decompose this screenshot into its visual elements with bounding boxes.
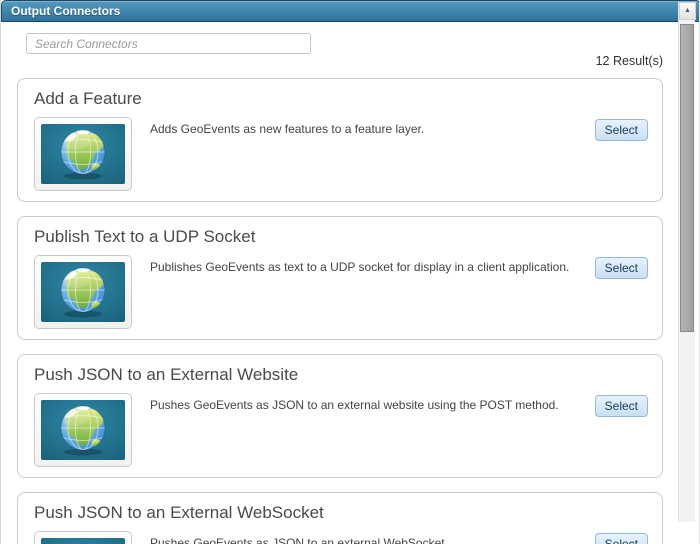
connector-description: Adds GeoEvents as new features to a feat… <box>150 122 425 136</box>
globe-icon <box>41 124 125 184</box>
connector-title: Publish Text to a UDP Socket <box>34 227 256 246</box>
connector-thumbnail <box>34 393 132 467</box>
scroll-up-button[interactable]: ▲ <box>679 2 696 20</box>
globe-icon <box>41 262 125 322</box>
connector-description: Pushes GeoEvents as JSON to an external … <box>150 536 448 544</box>
scrollbar-thumb[interactable] <box>680 24 694 332</box>
results-count: 12 Result(s) <box>595 54 663 68</box>
connector-card: Push JSON to an External Website Pushes … <box>17 354 663 478</box>
connector-card: Publish Text to a UDP Socket Publishes G… <box>17 216 663 340</box>
dialog-body: 12 Result(s) Add a Feature <box>1 22 699 544</box>
scrollbar[interactable]: ▲ <box>678 2 696 522</box>
connector-title: Push JSON to an External WebSocket <box>34 503 324 522</box>
dialog-titlebar: Output Connectors ✕ <box>1 0 699 22</box>
connector-thumbnail <box>34 255 132 329</box>
dialog-title: Output Connectors <box>11 4 121 18</box>
connector-thumbnail <box>34 117 132 191</box>
select-button[interactable]: Select <box>594 395 648 417</box>
connector-description: Pushes GeoEvents as JSON to an external … <box>150 398 559 412</box>
output-connectors-dialog: Output Connectors ✕ 12 Result(s) Add a F… <box>0 0 700 544</box>
connector-thumbnail <box>34 531 132 544</box>
select-button[interactable]: Select <box>594 257 648 279</box>
select-button[interactable]: Select <box>594 533 648 544</box>
connector-title: Add a Feature <box>34 89 142 108</box>
connector-list: Add a Feature Adds GeoEvents as new feat… <box>17 78 663 544</box>
up-arrow-icon: ▲ <box>684 7 691 14</box>
connector-card: Add a Feature Adds GeoEvents as new feat… <box>17 78 663 202</box>
connector-description: Publishes GeoEvents as text to a UDP soc… <box>150 260 570 274</box>
connector-title: Push JSON to an External Website <box>34 365 299 384</box>
globe-icon <box>41 538 125 544</box>
globe-icon <box>41 400 125 460</box>
connector-card: Push JSON to an External WebSocket Pushe… <box>17 492 663 544</box>
select-button[interactable]: Select <box>594 119 648 141</box>
search-input[interactable] <box>26 33 311 54</box>
